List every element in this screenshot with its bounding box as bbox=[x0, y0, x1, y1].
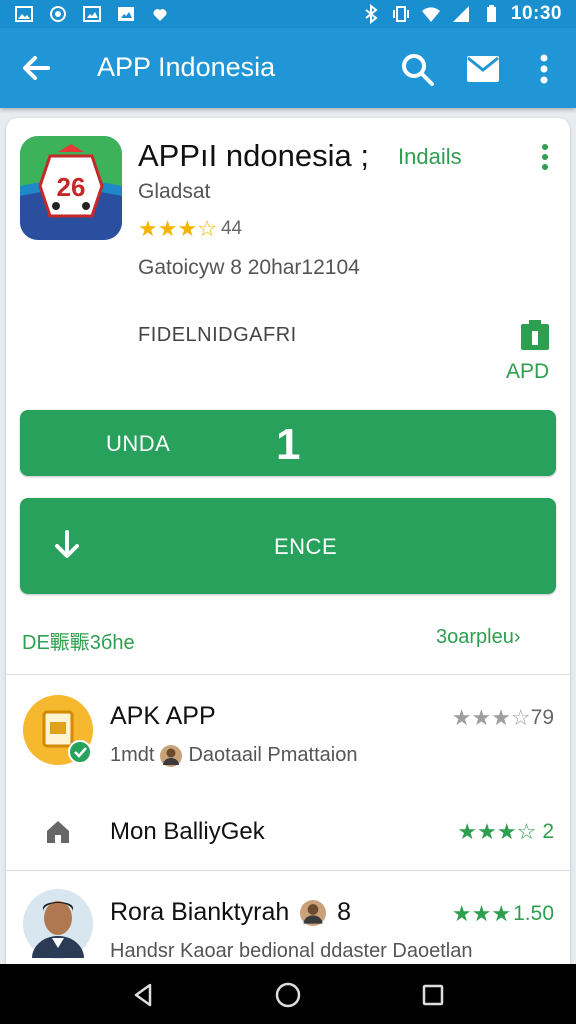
star-icon: ★ bbox=[471, 901, 492, 926]
back-nav-icon[interactable] bbox=[128, 980, 158, 1010]
more-vert-icon[interactable] bbox=[536, 142, 554, 172]
list-item-subtitle: 1mdt Daotaail Pmattaion bbox=[110, 744, 357, 767]
update-button[interactable]: UNDA 1 bbox=[20, 410, 556, 476]
app-category: Gatoicyw 8 20har12104 bbox=[138, 256, 360, 279]
wifi-icon bbox=[421, 7, 440, 22]
recents-nav-icon[interactable] bbox=[418, 980, 448, 1010]
vibrate-icon bbox=[392, 6, 409, 22]
apk-app-icon bbox=[23, 695, 93, 765]
star-icon: ★ bbox=[491, 705, 511, 730]
list-item-description: Daotaail Pmattaion bbox=[188, 744, 358, 766]
gallery-icon bbox=[83, 6, 101, 22]
mail-icon[interactable] bbox=[464, 52, 502, 86]
star-icon: ★ bbox=[471, 705, 492, 730]
star-outline-icon: ☆ bbox=[197, 216, 217, 241]
star-icon: ★ bbox=[157, 216, 178, 241]
app-bar: APP Indonesia bbox=[0, 28, 576, 108]
list-item-title: Rora Bianktyrah 8 bbox=[110, 898, 351, 927]
divider bbox=[6, 870, 570, 871]
battery-icon bbox=[486, 5, 496, 22]
apk-file-icon[interactable] bbox=[518, 318, 552, 352]
list-item-title-suffix: 8 bbox=[337, 898, 352, 926]
star-icon: ★ bbox=[496, 819, 517, 844]
list-item[interactable]: Mon BalliyGek ★ ★ ★ ☆ 2 bbox=[6, 802, 570, 868]
more-vert-icon[interactable] bbox=[532, 50, 556, 88]
star-icon: ★ bbox=[457, 819, 478, 844]
status-bar: 10:30 bbox=[0, 0, 576, 28]
app-detail-card: 26 APPıI ndonesia ; Indails Gladsat ★ ★ … bbox=[6, 118, 570, 978]
sync-icon bbox=[50, 6, 66, 22]
signal-icon bbox=[452, 6, 469, 22]
photo-icon bbox=[118, 7, 134, 21]
update-button-label: UNDA bbox=[106, 431, 171, 456]
star-outline-icon: ☆ bbox=[516, 819, 537, 844]
divider bbox=[6, 674, 570, 675]
list-item-rating-value: 1.50 bbox=[513, 902, 554, 925]
star-icon: ★ bbox=[477, 819, 497, 844]
user-avatar-icon bbox=[23, 889, 93, 959]
home-icon bbox=[47, 821, 69, 843]
list-item-rating-value: 79 bbox=[530, 706, 554, 729]
rating-count: 44 bbox=[220, 218, 243, 239]
star-icon: ★ bbox=[177, 216, 198, 241]
app-logo-icon[interactable]: 26 bbox=[20, 136, 122, 240]
list-item-rating: ★ ★ ★ 1.50 bbox=[452, 902, 554, 926]
search-icon[interactable] bbox=[398, 50, 436, 88]
star-icon: ★ bbox=[491, 901, 512, 926]
install-button[interactable]: ENCE bbox=[20, 498, 556, 594]
navigation-bar bbox=[0, 964, 576, 1024]
list-item-description: Handsr Kaoar bedional ddaster Daoetlan bbox=[110, 940, 473, 962]
list-item-name: Rora Bianktyrah bbox=[110, 898, 290, 926]
section-more-link[interactable]: 3oarpleu› bbox=[436, 626, 521, 649]
list-item[interactable]: Rora Bianktyrah 8 Handsr Kaoar bedional … bbox=[6, 874, 570, 978]
user-avatar-icon bbox=[300, 900, 327, 927]
list-item-title: Mon BalliyGek bbox=[110, 818, 265, 845]
developer-name[interactable]: Gladsat bbox=[138, 180, 210, 204]
list-item-prefix: 1mdt bbox=[110, 744, 155, 766]
update-count-badge: 1 bbox=[276, 420, 301, 469]
star-icon: ★ bbox=[138, 216, 158, 241]
user-avatar-icon bbox=[160, 744, 183, 767]
bluetooth-icon bbox=[365, 4, 378, 24]
app-rating: ★ ★ ★ ☆ 44 bbox=[138, 218, 242, 240]
install-button-label: ENCE bbox=[274, 534, 338, 559]
app-tag[interactable]: Indails bbox=[398, 144, 462, 170]
status-time: 10:30 bbox=[510, 3, 562, 24]
apd-label[interactable]: APD bbox=[506, 360, 549, 384]
star-icon: ★ bbox=[451, 705, 472, 730]
list-item-rating: ★ ★ ★ ☆ 79 bbox=[452, 706, 554, 730]
info-label: FIDELNIDGAFRI bbox=[138, 324, 297, 346]
list-item[interactable]: APK APP 1mdt Daotaail Pmattaion ★ ★ ★ ☆ … bbox=[6, 680, 570, 802]
star-icon: ★ bbox=[451, 901, 472, 926]
list-item-title: APK APP bbox=[110, 702, 216, 730]
app-name: APPıI ndonesia ; bbox=[138, 138, 369, 173]
home-nav-icon[interactable] bbox=[273, 980, 303, 1010]
section-title: DE辴辴3бhe bbox=[22, 632, 135, 654]
star-outline-icon: ☆ bbox=[510, 705, 531, 730]
list-item-rating-value: 2 bbox=[542, 820, 554, 843]
image-icon bbox=[15, 6, 33, 22]
app-bar-title: APP Indonesia bbox=[97, 52, 276, 82]
app-logo-number: 26 bbox=[57, 172, 86, 202]
download-icon bbox=[55, 530, 79, 558]
list-item-rating: ★ ★ ★ ☆ 2 bbox=[457, 820, 554, 844]
back-arrow-icon[interactable] bbox=[18, 50, 54, 86]
heart-icon bbox=[153, 9, 167, 21]
